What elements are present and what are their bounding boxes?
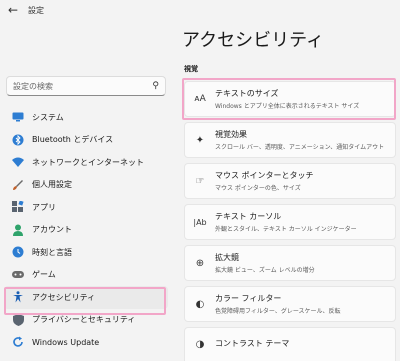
search-input[interactable] — [13, 81, 153, 91]
section-label-vision: 視覚 — [184, 65, 198, 73]
sidebar-item-system[interactable]: システム — [4, 106, 168, 129]
sidebar-item-bluetooth[interactable]: Bluetooth とデバイス — [4, 129, 168, 152]
time-language-icon — [12, 246, 24, 258]
card-mouse-pointer[interactable]: ☞ マウス ポインターとタッチ マウス ポインターの色、サイズ — [184, 163, 396, 199]
shield-icon — [12, 313, 24, 326]
card-visual-effects[interactable]: ✦ 視覚効果 スクロール バー、透明度、アニメーション、通知タイムアウト — [184, 122, 396, 158]
sidebar-item-accessibility[interactable]: アクセシビリティ — [4, 286, 168, 309]
search-box[interactable]: ⚲ — [6, 76, 166, 96]
card-subtitle: 拡大鏡 ビュー、ズーム レベルの増分 — [215, 267, 315, 274]
account-icon — [12, 224, 24, 236]
sidebar-item-windows-update[interactable]: Windows Update — [4, 331, 168, 354]
sidebar-item-privacy[interactable]: プライバシーとセキュリティ — [4, 309, 168, 332]
card-subtitle: スクロール バー、透明度、アニメーション、通知タイムアウト — [215, 144, 385, 151]
sidebar-nav: システム Bluetooth とデバイス ネットワークとインターネット 個人用設… — [4, 106, 168, 354]
sidebar-item-network[interactable]: ネットワークとインターネット — [4, 151, 168, 174]
bluetooth-icon — [12, 134, 24, 146]
card-subtitle: 色覚障碍用フィルター、グレースケール、反転 — [215, 308, 341, 315]
contrast-theme-icon: ◑ — [195, 339, 205, 350]
mouse-pointer-icon: ☞ — [195, 175, 205, 187]
card-title: テキスト カーソル — [215, 212, 282, 221]
card-text-cursor[interactable]: |Ab テキスト カーソル 外観とスタイル、テキスト カーソル インジケーター — [184, 204, 396, 240]
sidebar-item-personalization[interactable]: 個人用設定 — [4, 174, 168, 197]
page-title: アクセシビリティ — [182, 30, 325, 51]
card-text-size[interactable]: ᴀA テキストのサイズ Windows とアプリ全体に表示されるテキスト サイズ — [184, 81, 396, 117]
back-arrow-icon[interactable]: ← — [8, 3, 22, 17]
card-title: コントラスト テーマ — [215, 339, 290, 348]
card-color-filter[interactable]: ◐ カラー フィルター 色覚障碍用フィルター、グレースケール、反転 — [184, 286, 396, 322]
card-subtitle: マウス ポインターの色、サイズ — [215, 185, 301, 192]
text-size-icon: ᴀA — [194, 94, 206, 104]
color-filter-icon: ◐ — [195, 298, 205, 310]
card-subtitle: 外観とスタイル、テキスト カーソル インジケーター — [215, 226, 357, 233]
titlebar: ← 設定 — [0, 0, 400, 20]
card-magnifier[interactable]: ⊕ 拡大鏡 拡大鏡 ビュー、ズーム レベルの増分 — [184, 245, 396, 281]
system-icon — [12, 111, 24, 123]
apps-icon — [12, 201, 24, 213]
card-title: 視覚効果 — [215, 130, 247, 139]
brush-icon — [12, 179, 24, 191]
card-title: マウス ポインターとタッチ — [215, 171, 314, 180]
sidebar-item-apps[interactable]: アプリ — [4, 196, 168, 219]
sidebar-item-time-language[interactable]: 時刻と言語 — [4, 241, 168, 264]
network-icon — [12, 156, 24, 168]
card-title: テキストのサイズ — [215, 89, 279, 98]
card-title: 拡大鏡 — [215, 253, 239, 262]
sidebar-item-gaming[interactable]: ゲーム — [4, 264, 168, 287]
visual-effects-icon: ✦ — [195, 134, 205, 146]
text-cursor-icon: |Ab — [193, 217, 207, 227]
card-subtitle: Windows とアプリ全体に表示されるテキスト サイズ — [215, 103, 360, 110]
gaming-icon — [12, 269, 24, 281]
update-icon — [12, 336, 24, 348]
card-contrast-theme[interactable]: ◑ コントラスト テーマ — [184, 327, 396, 361]
sidebar-item-accounts[interactable]: アカウント — [4, 219, 168, 242]
accessibility-icon — [12, 291, 24, 303]
search-icon[interactable]: ⚲ — [152, 81, 159, 91]
window-title: 設定 — [28, 5, 44, 15]
card-title: カラー フィルター — [215, 294, 282, 303]
magnifier-icon: ⊕ — [195, 257, 205, 269]
